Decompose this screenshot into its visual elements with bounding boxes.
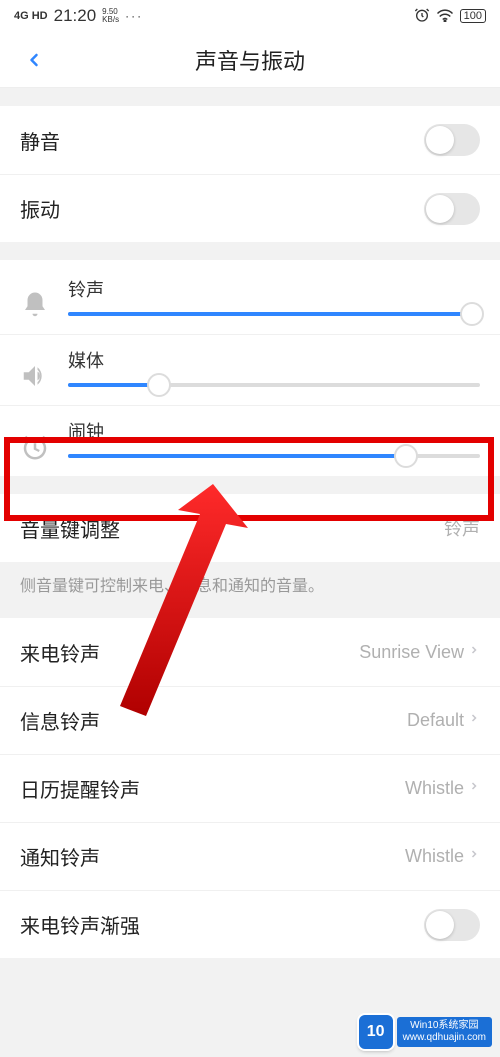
volume-key-value-text: 铃声	[444, 515, 480, 541]
mute-label: 静音	[20, 126, 60, 155]
top-nav: 声音与振动	[0, 32, 500, 88]
volume-sliders: 铃声 媒体 闹钟	[0, 260, 500, 476]
battery-indicator: 100	[460, 9, 486, 23]
calendar-ringtone-value-text: Whistle	[405, 778, 464, 799]
incoming-ringtone-row[interactable]: 来电铃声 Sunrise View	[0, 618, 500, 686]
watermark-badge: 10	[359, 1015, 393, 1049]
media-volume-label: 媒体	[68, 347, 480, 373]
chevron-right-icon	[468, 710, 480, 731]
incoming-ringtone-value: Sunrise View	[359, 642, 480, 663]
vibrate-row[interactable]: 振动	[0, 174, 500, 242]
message-ringtone-value-text: Default	[407, 710, 464, 731]
back-button[interactable]	[12, 38, 56, 82]
alarm-icon	[414, 7, 430, 26]
media-volume-row: 媒体	[0, 334, 500, 405]
alarm-volume-label: 闹钟	[68, 418, 480, 444]
alarm-volume-row: 闹钟	[0, 405, 500, 476]
speed-unit: KB/s	[102, 15, 119, 24]
mute-row[interactable]: 静音	[0, 106, 500, 174]
speaker-icon	[20, 361, 50, 391]
vibrate-toggle[interactable]	[424, 193, 480, 225]
chevron-right-icon	[468, 778, 480, 799]
notify-ringtone-label: 通知铃声	[20, 842, 100, 871]
ascending-ringtone-label: 来电铃声渐强	[20, 910, 140, 939]
volume-key-label: 音量键调整	[20, 514, 120, 543]
watermark-text: Win10系统家园 www.qdhuajin.com	[397, 1017, 492, 1047]
clock-icon	[20, 432, 50, 462]
section-gap	[0, 242, 500, 260]
watermark-line1: Win10系统家园	[410, 1020, 478, 1031]
clock: 21:20	[54, 6, 97, 26]
ringtone-section: 来电铃声 Sunrise View 信息铃声 Default 日历提醒铃声 Wh…	[0, 618, 500, 958]
ringtone-volume-label: 铃声	[68, 276, 480, 302]
network-speed: 9.50 KB/s	[102, 8, 119, 24]
message-ringtone-row[interactable]: 信息铃声 Default	[0, 686, 500, 754]
bell-icon	[20, 290, 50, 320]
incoming-ringtone-label: 来电铃声	[20, 638, 100, 667]
calendar-ringtone-label: 日历提醒铃声	[20, 774, 140, 803]
status-right: 100	[414, 7, 486, 26]
message-ringtone-label: 信息铃声	[20, 706, 100, 735]
section-gap	[0, 88, 500, 106]
watermark-line2: www.qdhuajin.com	[403, 1032, 486, 1043]
volume-key-row[interactable]: 音量键调整 铃声	[0, 494, 500, 562]
watermark: 10 Win10系统家园 www.qdhuajin.com	[359, 1015, 492, 1049]
more-icon: ···	[125, 9, 143, 23]
wifi-icon	[436, 8, 454, 25]
signal-indicator: 4G HD	[14, 10, 48, 22]
alarm-volume-slider[interactable]	[68, 454, 480, 458]
status-left: 4G HD 21:20 9.50 KB/s ···	[14, 6, 143, 26]
notify-ringtone-value: Whistle	[405, 846, 480, 867]
page-title: 声音与振动	[195, 44, 305, 76]
ascending-ringtone-toggle[interactable]	[424, 909, 480, 941]
notify-ringtone-row[interactable]: 通知铃声 Whistle	[0, 822, 500, 890]
ascending-ringtone-row[interactable]: 来电铃声渐强	[0, 890, 500, 958]
volume-key-desc: 侧音量键可控制来电、信息和通知的音量。	[0, 562, 500, 618]
status-bar: 4G HD 21:20 9.50 KB/s ··· 100	[0, 0, 500, 32]
incoming-ringtone-value-text: Sunrise View	[359, 642, 464, 663]
vibrate-label: 振动	[20, 194, 60, 223]
toggle-section: 静音 振动	[0, 106, 500, 242]
chevron-right-icon	[468, 846, 480, 867]
mute-toggle[interactable]	[424, 124, 480, 156]
calendar-ringtone-value: Whistle	[405, 778, 480, 799]
message-ringtone-value: Default	[407, 710, 480, 731]
section-gap	[0, 476, 500, 494]
volume-key-value: 铃声	[444, 515, 480, 541]
chevron-right-icon	[468, 642, 480, 663]
calendar-ringtone-row[interactable]: 日历提醒铃声 Whistle	[0, 754, 500, 822]
ringtone-volume-row: 铃声	[0, 264, 500, 334]
notify-ringtone-value-text: Whistle	[405, 846, 464, 867]
media-volume-slider[interactable]	[68, 383, 480, 387]
ringtone-volume-slider[interactable]	[68, 312, 480, 316]
